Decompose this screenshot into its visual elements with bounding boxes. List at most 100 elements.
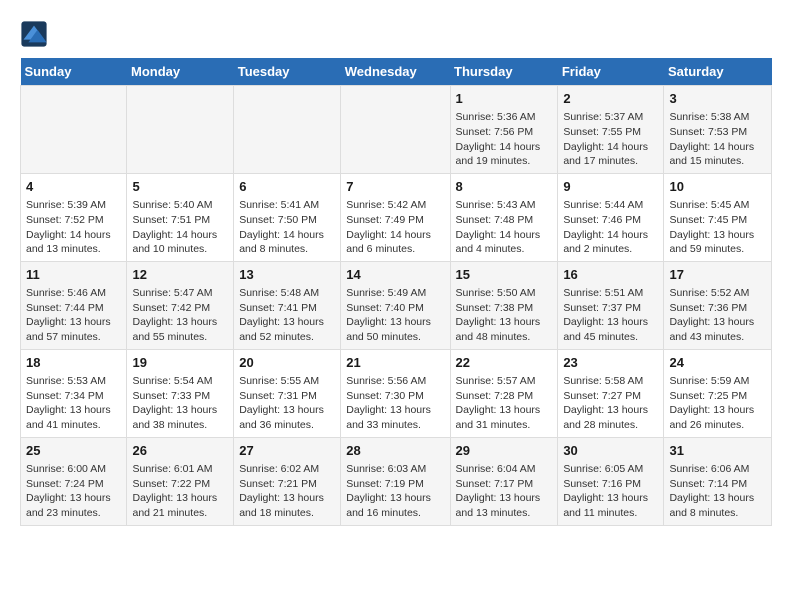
cell-content: Sunrise: 5:41 AM Sunset: 7:50 PM Dayligh… <box>239 198 335 257</box>
calendar-cell: 2 Sunrise: 5:37 AM Sunset: 7:55 PM Daylig… <box>558 86 664 174</box>
calendar-week-row: 25Sunrise: 6:00 AM Sunset: 7:24 PM Dayli… <box>21 437 772 525</box>
calendar-cell: 12Sunrise: 5:47 AM Sunset: 7:42 PM Dayli… <box>127 261 234 349</box>
calendar-cell: 5 Sunrise: 5:40 AM Sunset: 7:51 PM Daylig… <box>127 173 234 261</box>
calendar-cell: 26 Sunrise: 6:01 AM Sunset: 7:22 PM Dayli… <box>127 437 234 525</box>
calendar-cell: 30 Sunrise: 6:05 AM Sunset: 7:16 PM Dayli… <box>558 437 664 525</box>
day-number: 8 <box>456 178 553 196</box>
calendar-cell: 22Sunrise: 5:57 AM Sunset: 7:28 PM Dayli… <box>450 349 558 437</box>
cell-content: Sunrise: 5:50 AM Sunset: 7:38 PM Dayligh… <box>456 286 553 345</box>
calendar-cell: 4 Sunrise: 5:39 AM Sunset: 7:52 PM Daylig… <box>21 173 127 261</box>
day-number: 20 <box>239 354 335 372</box>
day-number: 28 <box>346 442 444 460</box>
cell-content: Sunrise: 6:01 AM Sunset: 7:22 PM Dayligh… <box>132 462 228 521</box>
cell-content: Sunrise: 6:03 AM Sunset: 7:19 PM Dayligh… <box>346 462 444 521</box>
calendar-cell: 15 Sunrise: 5:50 AM Sunset: 7:38 PM Dayli… <box>450 261 558 349</box>
cell-content: Sunrise: 5:55 AM Sunset: 7:31 PM Dayligh… <box>239 374 335 433</box>
cell-content: Sunrise: 5:40 AM Sunset: 7:51 PM Dayligh… <box>132 198 228 257</box>
calendar-cell: 16 Sunrise: 5:51 AM Sunset: 7:37 PM Dayli… <box>558 261 664 349</box>
day-number: 27 <box>239 442 335 460</box>
cell-content: Sunrise: 6:06 AM Sunset: 7:14 PM Dayligh… <box>669 462 766 521</box>
calendar-week-row: 18 Sunrise: 5:53 AM Sunset: 7:34 PM Dayli… <box>21 349 772 437</box>
calendar-cell: 18 Sunrise: 5:53 AM Sunset: 7:34 PM Dayli… <box>21 349 127 437</box>
day-number: 19 <box>132 354 228 372</box>
cell-content: Sunrise: 6:04 AM Sunset: 7:17 PM Dayligh… <box>456 462 553 521</box>
calendar-cell <box>21 86 127 174</box>
day-number: 7 <box>346 178 444 196</box>
day-number: 17 <box>669 266 766 284</box>
cell-content: Sunrise: 5:42 AM Sunset: 7:49 PM Dayligh… <box>346 198 444 257</box>
day-number: 21 <box>346 354 444 372</box>
calendar-cell: 29 Sunrise: 6:04 AM Sunset: 7:17 PM Dayli… <box>450 437 558 525</box>
day-number: 26 <box>132 442 228 460</box>
day-header-monday: Monday <box>127 58 234 86</box>
day-number: 6 <box>239 178 335 196</box>
cell-content: Sunrise: 5:43 AM Sunset: 7:48 PM Dayligh… <box>456 198 553 257</box>
calendar-week-row: 4 Sunrise: 5:39 AM Sunset: 7:52 PM Daylig… <box>21 173 772 261</box>
day-number: 18 <box>26 354 121 372</box>
calendar-cell: 14Sunrise: 5:49 AM Sunset: 7:40 PM Dayli… <box>341 261 450 349</box>
day-number: 3 <box>669 90 766 108</box>
calendar-cell <box>234 86 341 174</box>
day-number: 30 <box>563 442 658 460</box>
day-header-thursday: Thursday <box>450 58 558 86</box>
calendar-cell <box>341 86 450 174</box>
cell-content: Sunrise: 5:53 AM Sunset: 7:34 PM Dayligh… <box>26 374 121 433</box>
calendar-cell <box>127 86 234 174</box>
day-number: 5 <box>132 178 228 196</box>
calendar-cell: 24 Sunrise: 5:59 AM Sunset: 7:25 PM Dayli… <box>664 349 772 437</box>
calendar-cell: 6 Sunrise: 5:41 AM Sunset: 7:50 PM Daylig… <box>234 173 341 261</box>
day-header-sunday: Sunday <box>21 58 127 86</box>
cell-content: Sunrise: 5:59 AM Sunset: 7:25 PM Dayligh… <box>669 374 766 433</box>
calendar-cell: 19 Sunrise: 5:54 AM Sunset: 7:33 PM Dayli… <box>127 349 234 437</box>
calendar-cell: 9 Sunrise: 5:44 AM Sunset: 7:46 PM Daylig… <box>558 173 664 261</box>
day-number: 24 <box>669 354 766 372</box>
calendar-cell: 28 Sunrise: 6:03 AM Sunset: 7:19 PM Dayli… <box>341 437 450 525</box>
cell-content: Sunrise: 5:44 AM Sunset: 7:46 PM Dayligh… <box>563 198 658 257</box>
cell-content: Sunrise: 6:02 AM Sunset: 7:21 PM Dayligh… <box>239 462 335 521</box>
logo <box>20 20 50 48</box>
day-number: 29 <box>456 442 553 460</box>
calendar-cell: 21Sunrise: 5:56 AM Sunset: 7:30 PM Dayli… <box>341 349 450 437</box>
calendar-cell: 27 Sunrise: 6:02 AM Sunset: 7:21 PM Dayli… <box>234 437 341 525</box>
day-header-saturday: Saturday <box>664 58 772 86</box>
day-number: 2 <box>563 90 658 108</box>
cell-content: Sunrise: 5:54 AM Sunset: 7:33 PM Dayligh… <box>132 374 228 433</box>
cell-content: Sunrise: 5:49 AM Sunset: 7:40 PM Dayligh… <box>346 286 444 345</box>
day-number: 9 <box>563 178 658 196</box>
cell-content: Sunrise: 5:45 AM Sunset: 7:45 PM Dayligh… <box>669 198 766 257</box>
day-number: 23 <box>563 354 658 372</box>
day-number: 1 <box>456 90 553 108</box>
cell-content: Sunrise: 5:52 AM Sunset: 7:36 PM Dayligh… <box>669 286 766 345</box>
calendar-cell: 13Sunrise: 5:48 AM Sunset: 7:41 PM Dayli… <box>234 261 341 349</box>
day-number: 4 <box>26 178 121 196</box>
day-number: 16 <box>563 266 658 284</box>
day-header-tuesday: Tuesday <box>234 58 341 86</box>
cell-content: Sunrise: 5:57 AM Sunset: 7:28 PM Dayligh… <box>456 374 553 433</box>
day-number: 31 <box>669 442 766 460</box>
day-header-wednesday: Wednesday <box>341 58 450 86</box>
calendar-header-row: SundayMondayTuesdayWednesdayThursdayFrid… <box>21 58 772 86</box>
day-header-friday: Friday <box>558 58 664 86</box>
day-number: 10 <box>669 178 766 196</box>
cell-content: Sunrise: 6:05 AM Sunset: 7:16 PM Dayligh… <box>563 462 658 521</box>
calendar-table: SundayMondayTuesdayWednesdayThursdayFrid… <box>20 58 772 526</box>
calendar-cell: 10 Sunrise: 5:45 AM Sunset: 7:45 PM Dayli… <box>664 173 772 261</box>
cell-content: Sunrise: 5:58 AM Sunset: 7:27 PM Dayligh… <box>563 374 658 433</box>
calendar-cell: 31 Sunrise: 6:06 AM Sunset: 7:14 PM Dayli… <box>664 437 772 525</box>
cell-content: Sunrise: 5:46 AM Sunset: 7:44 PM Dayligh… <box>26 286 121 345</box>
cell-content: Sunrise: 5:37 AM Sunset: 7:55 PM Dayligh… <box>563 110 658 169</box>
calendar-cell: 7 Sunrise: 5:42 AM Sunset: 7:49 PM Daylig… <box>341 173 450 261</box>
cell-content: Sunrise: 5:48 AM Sunset: 7:41 PM Dayligh… <box>239 286 335 345</box>
calendar-cell: 8 Sunrise: 5:43 AM Sunset: 7:48 PM Daylig… <box>450 173 558 261</box>
calendar-cell: 11Sunrise: 5:46 AM Sunset: 7:44 PM Dayli… <box>21 261 127 349</box>
cell-content: Sunrise: 5:39 AM Sunset: 7:52 PM Dayligh… <box>26 198 121 257</box>
day-number: 15 <box>456 266 553 284</box>
page-header <box>20 20 772 48</box>
calendar-cell: 1Sunrise: 5:36 AM Sunset: 7:56 PM Daylig… <box>450 86 558 174</box>
calendar-cell: 23 Sunrise: 5:58 AM Sunset: 7:27 PM Dayli… <box>558 349 664 437</box>
cell-content: Sunrise: 5:47 AM Sunset: 7:42 PM Dayligh… <box>132 286 228 345</box>
cell-content: Sunrise: 5:51 AM Sunset: 7:37 PM Dayligh… <box>563 286 658 345</box>
calendar-cell: 17 Sunrise: 5:52 AM Sunset: 7:36 PM Dayli… <box>664 261 772 349</box>
calendar-cell: 3Sunrise: 5:38 AM Sunset: 7:53 PM Daylig… <box>664 86 772 174</box>
calendar-cell: 20 Sunrise: 5:55 AM Sunset: 7:31 PM Dayli… <box>234 349 341 437</box>
